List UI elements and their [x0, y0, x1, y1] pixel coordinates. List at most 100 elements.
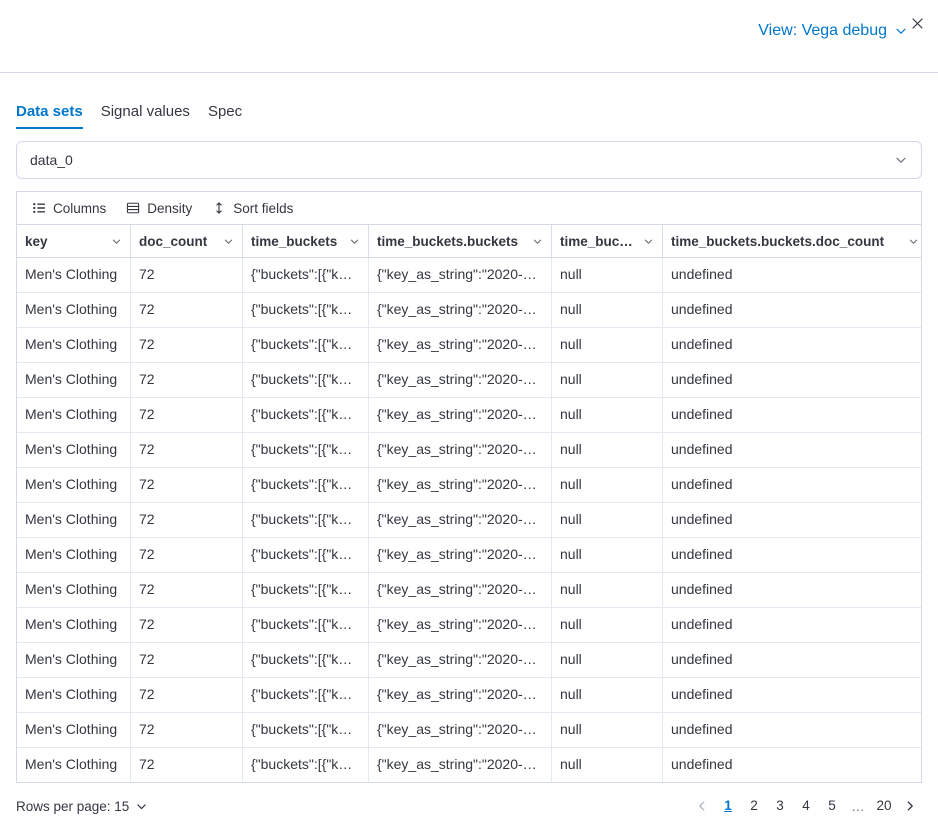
- column-header-time-buckets-buckets[interactable]: time_buckets.buckets: [369, 225, 552, 257]
- tab-spec[interactable]: Spec: [208, 103, 242, 129]
- cell-time-buckets-buckets-doc-count[interactable]: undefined: [663, 748, 927, 782]
- close-button[interactable]: [907, 13, 928, 34]
- cell-time-buck-truncated[interactable]: null: [552, 573, 663, 607]
- cell-time-buckets-buckets-doc-count[interactable]: undefined: [663, 573, 927, 607]
- cell-time-buck-truncated[interactable]: null: [552, 713, 663, 747]
- cell-time-buckets[interactable]: {"buckets":[{"k…: [243, 468, 369, 502]
- cell-time-buckets[interactable]: {"buckets":[{"k…: [243, 398, 369, 432]
- cell-key[interactable]: Men's Clothing: [17, 678, 131, 712]
- cell-time-buck-truncated[interactable]: null: [552, 293, 663, 327]
- columns-button[interactable]: Columns: [23, 197, 115, 220]
- view-selector-button[interactable]: View: Vega debug: [758, 22, 908, 40]
- page-button-3[interactable]: 3: [768, 794, 792, 818]
- cell-time-buckets-buckets[interactable]: {"key_as_string":"2020-…: [369, 468, 552, 502]
- cell-key[interactable]: Men's Clothing: [17, 748, 131, 782]
- cell-doc-count[interactable]: 72: [131, 503, 243, 537]
- page-button-1[interactable]: 1: [716, 794, 740, 818]
- rows-per-page-button[interactable]: Rows per page: 15: [16, 799, 148, 814]
- cell-time-buck-truncated[interactable]: null: [552, 503, 663, 537]
- cell-doc-count[interactable]: 72: [131, 398, 243, 432]
- cell-time-buckets-buckets[interactable]: {"key_as_string":"2020-…: [369, 573, 552, 607]
- cell-time-buck-truncated[interactable]: null: [552, 468, 663, 502]
- cell-doc-count[interactable]: 72: [131, 608, 243, 642]
- cell-time-buckets-buckets[interactable]: {"key_as_string":"2020-…: [369, 398, 552, 432]
- column-header-time-buckets[interactable]: time_buckets: [243, 225, 369, 257]
- cell-time-buckets-buckets[interactable]: {"key_as_string":"2020-…: [369, 293, 552, 327]
- cell-doc-count[interactable]: 72: [131, 468, 243, 502]
- cell-time-buckets-buckets[interactable]: {"key_as_string":"2020-…: [369, 363, 552, 397]
- column-header-time-buckets-buckets-doc-count[interactable]: time_buckets.buckets.doc_count: [663, 225, 927, 257]
- cell-doc-count[interactable]: 72: [131, 433, 243, 467]
- cell-time-buckets-buckets-doc-count[interactable]: undefined: [663, 328, 927, 362]
- cell-time-buckets[interactable]: {"buckets":[{"k…: [243, 433, 369, 467]
- cell-doc-count[interactable]: 72: [131, 713, 243, 747]
- cell-time-buckets[interactable]: {"buckets":[{"k…: [243, 713, 369, 747]
- cell-key[interactable]: Men's Clothing: [17, 433, 131, 467]
- cell-key[interactable]: Men's Clothing: [17, 713, 131, 747]
- cell-key[interactable]: Men's Clothing: [17, 503, 131, 537]
- cell-time-buckets-buckets-doc-count[interactable]: undefined: [663, 538, 927, 572]
- cell-time-buckets[interactable]: {"buckets":[{"k…: [243, 608, 369, 642]
- density-button[interactable]: Density: [117, 197, 201, 220]
- cell-time-buckets-buckets-doc-count[interactable]: undefined: [663, 713, 927, 747]
- cell-time-buckets-buckets-doc-count[interactable]: undefined: [663, 398, 927, 432]
- cell-time-buckets-buckets-doc-count[interactable]: undefined: [663, 503, 927, 537]
- cell-key[interactable]: Men's Clothing: [17, 398, 131, 432]
- cell-time-buckets-buckets[interactable]: {"key_as_string":"2020-…: [369, 538, 552, 572]
- cell-time-buckets-buckets[interactable]: {"key_as_string":"2020-…: [369, 713, 552, 747]
- page-button-4[interactable]: 4: [794, 794, 818, 818]
- cell-time-buckets-buckets[interactable]: {"key_as_string":"2020-…: [369, 678, 552, 712]
- dataset-select[interactable]: data_0: [16, 141, 922, 179]
- cell-key[interactable]: Men's Clothing: [17, 328, 131, 362]
- cell-doc-count[interactable]: 72: [131, 573, 243, 607]
- next-page-button[interactable]: [898, 794, 922, 818]
- cell-key[interactable]: Men's Clothing: [17, 258, 131, 292]
- cell-time-buck-truncated[interactable]: null: [552, 328, 663, 362]
- page-button-2[interactable]: 2: [742, 794, 766, 818]
- tab-data-sets[interactable]: Data sets: [16, 103, 83, 129]
- cell-time-buck-truncated[interactable]: null: [552, 398, 663, 432]
- cell-key[interactable]: Men's Clothing: [17, 608, 131, 642]
- previous-page-button[interactable]: [690, 794, 714, 818]
- cell-time-buckets-buckets[interactable]: {"key_as_string":"2020-…: [369, 643, 552, 677]
- cell-doc-count[interactable]: 72: [131, 538, 243, 572]
- cell-time-buckets[interactable]: {"buckets":[{"k…: [243, 748, 369, 782]
- cell-time-buck-truncated[interactable]: null: [552, 363, 663, 397]
- cell-time-buckets[interactable]: {"buckets":[{"k…: [243, 328, 369, 362]
- cell-key[interactable]: Men's Clothing: [17, 363, 131, 397]
- cell-time-buckets-buckets[interactable]: {"key_as_string":"2020-…: [369, 328, 552, 362]
- cell-time-buck-truncated[interactable]: null: [552, 643, 663, 677]
- cell-time-buckets[interactable]: {"buckets":[{"k…: [243, 293, 369, 327]
- column-header-key[interactable]: key: [17, 225, 131, 257]
- cell-time-buckets-buckets[interactable]: {"key_as_string":"2020-…: [369, 433, 552, 467]
- cell-time-buckets-buckets-doc-count[interactable]: undefined: [663, 608, 927, 642]
- cell-time-buckets[interactable]: {"buckets":[{"k…: [243, 538, 369, 572]
- page-button-5[interactable]: 5: [820, 794, 844, 818]
- cell-doc-count[interactable]: 72: [131, 748, 243, 782]
- cell-time-buck-truncated[interactable]: null: [552, 433, 663, 467]
- cell-time-buck-truncated[interactable]: null: [552, 538, 663, 572]
- cell-time-buckets-buckets[interactable]: {"key_as_string":"2020-…: [369, 748, 552, 782]
- cell-time-buckets-buckets[interactable]: {"key_as_string":"2020-…: [369, 608, 552, 642]
- cell-time-buck-truncated[interactable]: null: [552, 258, 663, 292]
- cell-time-buck-truncated[interactable]: null: [552, 748, 663, 782]
- cell-time-buckets[interactable]: {"buckets":[{"k…: [243, 258, 369, 292]
- cell-time-buckets-buckets[interactable]: {"key_as_string":"2020-…: [369, 258, 552, 292]
- cell-time-buckets[interactable]: {"buckets":[{"k…: [243, 363, 369, 397]
- cell-time-buckets-buckets-doc-count[interactable]: undefined: [663, 363, 927, 397]
- cell-doc-count[interactable]: 72: [131, 328, 243, 362]
- cell-time-buckets-buckets-doc-count[interactable]: undefined: [663, 433, 927, 467]
- cell-doc-count[interactable]: 72: [131, 643, 243, 677]
- cell-time-buckets[interactable]: {"buckets":[{"k…: [243, 678, 369, 712]
- cell-time-buck-truncated[interactable]: null: [552, 678, 663, 712]
- cell-time-buckets[interactable]: {"buckets":[{"k…: [243, 503, 369, 537]
- cell-time-buckets-buckets-doc-count[interactable]: undefined: [663, 468, 927, 502]
- cell-time-buckets-buckets[interactable]: {"key_as_string":"2020-…: [369, 503, 552, 537]
- cell-time-buck-truncated[interactable]: null: [552, 608, 663, 642]
- cell-doc-count[interactable]: 72: [131, 363, 243, 397]
- page-button-20[interactable]: 20: [872, 794, 896, 818]
- cell-doc-count[interactable]: 72: [131, 293, 243, 327]
- column-header-time-buck-truncated[interactable]: time_buck…: [552, 225, 663, 257]
- cell-key[interactable]: Men's Clothing: [17, 643, 131, 677]
- cell-doc-count[interactable]: 72: [131, 258, 243, 292]
